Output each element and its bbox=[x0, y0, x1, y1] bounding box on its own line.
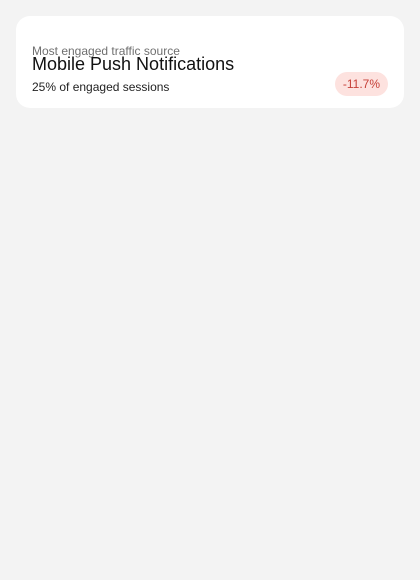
change-badge: -11.7% bbox=[334, 72, 388, 96]
traffic-source-card: Most engaged traffic source Mobile Push … bbox=[16, 16, 404, 108]
traffic-source-title: Mobile Push Notifications bbox=[32, 54, 235, 74]
engaged-sessions-caption: 25% of engaged sessions bbox=[32, 80, 170, 94]
